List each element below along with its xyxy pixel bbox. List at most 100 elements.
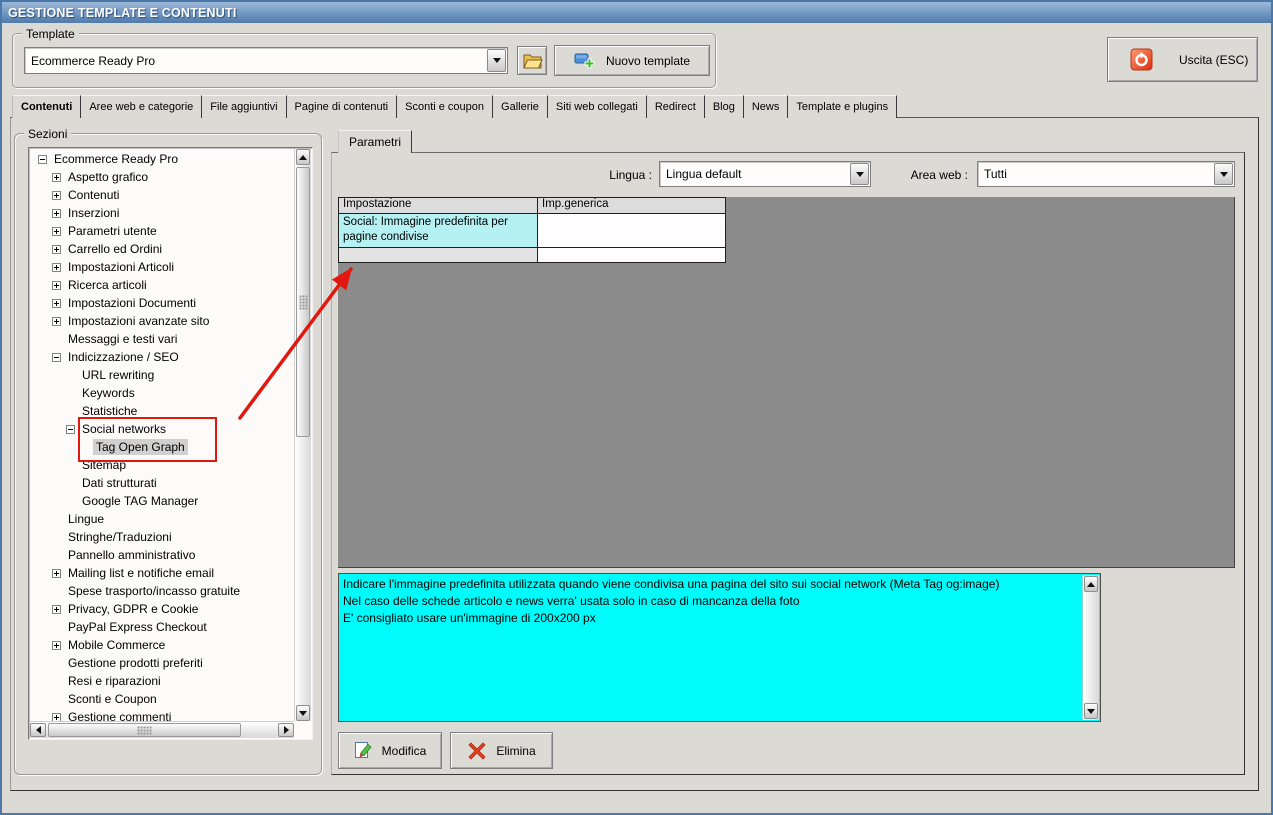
edit-pencil-icon <box>354 742 372 758</box>
parameters-table: Impostazione Imp.generica Social: Immagin… <box>338 197 726 263</box>
template-combobox[interactable]: Ecommerce Ready Pro <box>24 47 508 74</box>
cell-imp-generica[interactable] <box>537 213 726 248</box>
expand-plus-icon[interactable] <box>52 190 61 200</box>
tab-siti-web-collegati[interactable]: Siti web collegati <box>547 95 647 118</box>
expand-plus-icon[interactable] <box>52 280 61 290</box>
exit-button-label: Uscita (ESC) <box>1179 52 1249 67</box>
tab-file-aggiuntivi[interactable]: File aggiuntivi <box>202 95 287 118</box>
tree-item-indicizzazione-seo[interactable]: Indicizzazione / SEO <box>30 348 294 366</box>
window-title: GESTIONE TEMPLATE E CONTENUTI <box>8 5 237 20</box>
table-row[interactable] <box>338 247 726 263</box>
expand-plus-icon[interactable] <box>52 712 61 721</box>
elimina-button[interactable]: Elimina <box>450 732 553 769</box>
tree-item-stringhe-traduzioni[interactable]: Stringhe/Traduzioni <box>30 528 294 546</box>
scroll-left-icon <box>35 726 41 734</box>
tab-aree-web-e-categorie[interactable]: Aree web e categorie <box>81 95 203 118</box>
tree-item-privacy-gdpr-e-cookie[interactable]: Privacy, GDPR e Cookie <box>30 600 294 618</box>
tree-item-keywords[interactable]: Keywords <box>30 384 294 402</box>
tree-item-label: Indicizzazione / SEO <box>68 350 179 364</box>
tab-blog[interactable]: Blog <box>704 95 744 118</box>
lingua-combobox-value: Lingua default <box>666 167 742 181</box>
tree-scroll-right-button[interactable] <box>278 723 294 737</box>
lingua-combobox[interactable]: Lingua default <box>659 161 871 187</box>
expand-plus-icon[interactable] <box>52 316 61 326</box>
tab-sconti-e-coupon[interactable]: Sconti e coupon <box>397 95 494 118</box>
tree-scroll-left-button[interactable] <box>30 723 46 737</box>
info-scroll-up-button[interactable] <box>1084 576 1098 592</box>
expand-plus-icon[interactable] <box>52 226 61 236</box>
tree-item-label: PayPal Express Checkout <box>68 620 207 634</box>
tab-news[interactable]: News <box>743 95 789 118</box>
tree-item-paypal-express-checkout[interactable]: PayPal Express Checkout <box>30 618 294 636</box>
open-folder-icon <box>522 54 543 68</box>
tree-item-resi-e-riparazioni[interactable]: Resi e riparazioni <box>30 672 294 690</box>
table-row[interactable]: Social: Immagine predefinita per pagine … <box>338 213 726 248</box>
tree-item-carrello-ed-ordini[interactable]: Carrello ed Ordini <box>30 240 294 258</box>
tab-parametri[interactable]: Parametri <box>338 130 413 153</box>
tree-item-parametri-utente[interactable]: Parametri utente <box>30 222 294 240</box>
tree-item-ecommerce-ready-pro[interactable]: Ecommerce Ready Pro <box>30 150 294 168</box>
new-template-button[interactable]: Nuovo template <box>554 45 710 76</box>
lingua-combobox-drop-button[interactable] <box>850 163 869 185</box>
expand-plus-icon[interactable] <box>52 568 61 578</box>
tree-scroll-up-button[interactable] <box>296 149 310 165</box>
scroll-up-icon <box>299 154 307 160</box>
template-combobox-value: Ecommerce Ready Pro <box>31 53 156 68</box>
expand-plus-icon[interactable] <box>52 172 61 182</box>
tree-item-spese-trasporto-incasso-gratuite[interactable]: Spese trasporto/incasso gratuite <box>30 582 294 600</box>
cell-impostazione[interactable] <box>338 247 538 263</box>
tree-item-aspetto-grafico[interactable]: Aspetto grafico <box>30 168 294 186</box>
tree-item-label: Mailing list e notifiche email <box>68 566 215 580</box>
tab-template-e-plugins[interactable]: Template e plugins <box>788 95 898 118</box>
tab-pagine-di-contenuti[interactable]: Pagine di contenuti <box>286 95 398 118</box>
tree-item-impostazioni-articoli[interactable]: Impostazioni Articoli <box>30 258 294 276</box>
expand-plus-icon[interactable] <box>52 244 61 254</box>
area-web-combobox-drop-button[interactable] <box>1214 163 1233 185</box>
tree-item-mailing-list-e-notifiche-email[interactable]: Mailing list e notifiche email <box>30 564 294 582</box>
chevron-down-icon <box>492 58 501 63</box>
tree-item-gestione-prodotti-preferiti[interactable]: Gestione prodotti preferiti <box>30 654 294 672</box>
collapse-minus-icon[interactable] <box>66 424 75 434</box>
param-table-body: Social: Immagine predefinita per pagine … <box>338 213 726 263</box>
tree-item-impostazioni-avanzate-sito[interactable]: Impostazioni avanzate sito <box>30 312 294 330</box>
expand-plus-icon[interactable] <box>52 604 61 614</box>
tree-item-mobile-commerce[interactable]: Mobile Commerce <box>30 636 294 654</box>
area-web-combobox[interactable]: Tutti <box>977 161 1235 187</box>
tree-item-lingue[interactable]: Lingue <box>30 510 294 528</box>
exit-button[interactable]: Uscita (ESC) <box>1107 37 1258 82</box>
tree-item-ricerca-articoli[interactable]: Ricerca articoli <box>30 276 294 294</box>
cell-impostazione[interactable]: Social: Immagine predefinita per pagine … <box>338 213 538 248</box>
expand-plus-icon[interactable] <box>52 640 61 650</box>
expand-plus-icon[interactable] <box>52 262 61 272</box>
tree-item-sconti-e-coupon[interactable]: Sconti e Coupon <box>30 690 294 708</box>
tree-item-google-tag-manager[interactable]: Google TAG Manager <box>30 492 294 510</box>
tree-item-inserzioni[interactable]: Inserzioni <box>30 204 294 222</box>
modifica-button[interactable]: Modifica <box>338 732 442 769</box>
tree-horizontal-scrollbar[interactable] <box>30 721 294 738</box>
tab-redirect[interactable]: Redirect <box>646 95 705 118</box>
tree-item-url-rewriting[interactable]: URL rewriting <box>30 366 294 384</box>
tree-item-label: Pannello amministrativo <box>68 548 196 562</box>
tree-item-impostazioni-documenti[interactable]: Impostazioni Documenti <box>30 294 294 312</box>
tree-vertical-scrollbar[interactable] <box>294 149 311 721</box>
cell-imp-generica[interactable] <box>537 247 726 263</box>
tree-item-messaggi-e-testi-vari[interactable]: Messaggi e testi vari <box>30 330 294 348</box>
info-scroll-down-button[interactable] <box>1084 703 1098 719</box>
expand-plus-icon[interactable] <box>52 298 61 308</box>
collapse-minus-icon[interactable] <box>38 154 47 164</box>
tree-item-contenuti[interactable]: Contenuti <box>30 186 294 204</box>
tree-horizontal-scroll-thumb[interactable] <box>48 723 241 737</box>
tree-item-pannello-amministrativo[interactable]: Pannello amministrativo <box>30 546 294 564</box>
tree-vertical-scroll-thumb[interactable] <box>296 167 310 437</box>
tab-gallerie[interactable]: Gallerie <box>493 95 548 118</box>
tab-contenuti[interactable]: Contenuti <box>12 95 82 118</box>
tree-scroll-down-button[interactable] <box>296 705 310 721</box>
tree-item-dati-strutturati[interactable]: Dati strutturati <box>30 474 294 492</box>
collapse-minus-icon[interactable] <box>52 352 61 362</box>
info-vertical-scrollbar[interactable] <box>1082 575 1099 720</box>
expand-plus-icon[interactable] <box>52 208 61 218</box>
open-template-folder-button[interactable] <box>517 46 547 75</box>
template-combobox-drop-button[interactable] <box>487 49 506 72</box>
tree-item-gestione-commenti[interactable]: Gestione commenti <box>30 708 294 721</box>
